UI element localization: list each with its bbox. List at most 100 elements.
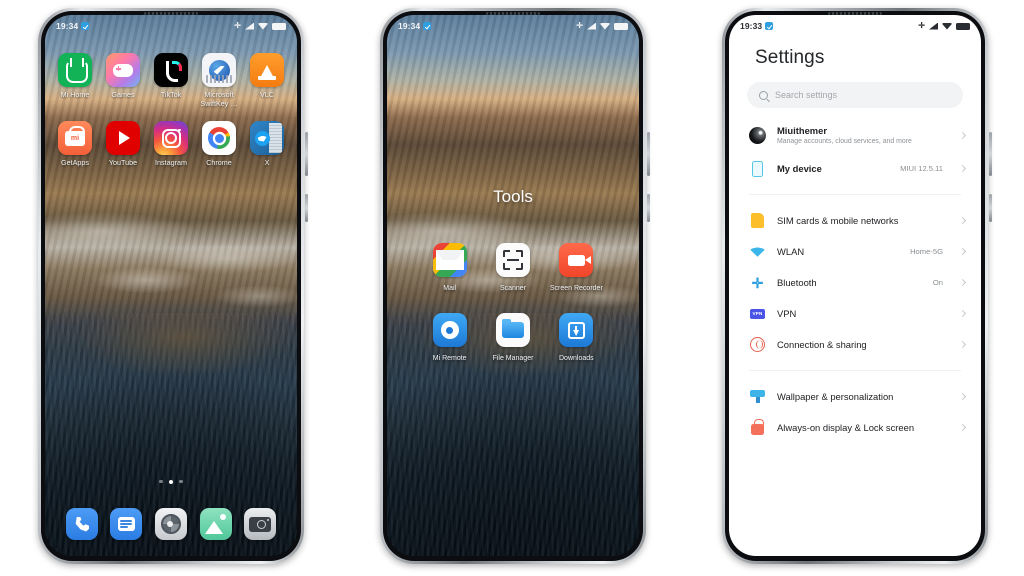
status-time: 19:33 [740,21,763,31]
chevron-right-icon [958,310,967,318]
screenshot-stage: 19:34 ✛ Mi Home Games TikTok Microsoft S… [0,0,1024,576]
checkbox-badge-icon [765,22,774,30]
app-label: TikTok [160,90,182,99]
settings-row-connection-sharing[interactable]: Connection & sharing [729,329,981,360]
settings-row-account[interactable]: Miuithemer Manage accounts, cloud servic… [729,118,981,153]
chevron-right-icon [958,424,967,432]
app-label: VLC [260,90,274,99]
divider [749,194,961,196]
mail-icon [432,243,467,277]
settings-row-wallpaper[interactable]: Wallpaper & personalization [729,381,981,412]
lock-icon [749,418,766,436]
dock [45,508,297,540]
phone-icon[interactable] [65,508,98,540]
signal-icon [929,22,938,30]
device-icon [749,160,766,177]
screen-recorder-icon [559,243,594,277]
settings-app: 19:33 ✛ Settings Search settings Miuithe… [729,15,981,556]
youtube-icon [106,121,140,155]
search-placeholder: Search settings [775,90,838,100]
phone-device-settings: 19:33 ✛ Settings Search settings Miuithe… [722,8,992,564]
app-screen-recorder[interactable]: Screen Recorder [545,243,608,293]
app-mail[interactable]: Mail [418,243,481,293]
app-label: X [264,158,270,167]
app-instagram[interactable]: Instagram [147,121,195,168]
chrome-icon [202,121,236,155]
x-twitter-icon [250,121,284,155]
settings-group-personalization: Wallpaper & personalization Always-on di… [729,377,981,447]
camera-icon[interactable] [244,508,277,540]
app-getapps[interactable]: mi GetApps [51,121,99,168]
search-icon [759,90,768,100]
battery-icon [614,22,628,30]
page-dot-active[interactable] [168,479,174,484]
signal-icon [587,22,596,30]
swiftkey-icon [202,53,236,87]
checkbox-badge-icon [81,22,90,30]
folder-title[interactable]: Tools [387,187,639,207]
chevron-right-icon [958,248,967,256]
power-button[interactable] [647,194,650,222]
gallery-icon[interactable] [199,508,232,540]
wifi-icon [942,22,952,30]
row-label: Wallpaper & personalization [777,391,894,403]
app-tiktok[interactable]: TikTok [147,53,195,109]
phone-device-home: 19:34 ✛ Mi Home Games TikTok Microsoft S… [38,8,308,564]
power-button[interactable] [305,194,308,222]
app-label: Mail [443,285,457,292]
app-file-manager[interactable]: File Manager [481,313,544,363]
vpn-icon: VPN [749,305,766,322]
settings-row-bluetooth[interactable]: ✛ Bluetooth On [729,267,981,298]
app-youtube[interactable]: YouTube [99,121,147,168]
messages-icon[interactable] [110,508,143,540]
row-label: Miuithemer [777,125,828,136]
row-value: MIUI 12.5.11 [900,164,943,174]
app-label: YouTube [108,158,138,167]
app-label: Chrome [206,158,232,167]
app-x[interactable]: X [243,121,291,168]
app-label: Instagram [155,158,187,167]
app-mi-remote[interactable]: Mi Remote [418,313,481,363]
search-input[interactable]: Search settings [747,82,963,108]
wallpaper-icon [749,388,766,405]
mi-home-icon [58,53,92,87]
phone-device-folder: 19:34 ✛ Tools Mail Scanner Screen Record… [380,8,650,564]
volume-button[interactable] [305,132,308,176]
earpiece-speaker [828,12,882,15]
chevron-right-icon [958,393,967,401]
app-chrome[interactable]: Chrome [195,121,243,168]
bluetooth-icon: ✛ [576,21,583,30]
downloads-icon [559,313,594,347]
app-grid-row-1: Mi Home Games TikTok Microsoft SwiftKey … [45,53,297,109]
volume-button[interactable] [647,132,650,176]
instagram-icon [154,121,188,155]
settings-row-my-device[interactable]: My device MIUI 12.5.11 [729,153,981,184]
wifi-icon [600,22,610,30]
volume-button[interactable] [989,132,992,176]
app-scanner[interactable]: Scanner [481,243,544,293]
settings-row-sim-cards[interactable]: SIM cards & mobile networks [729,205,981,236]
scanner-icon [495,243,530,277]
settings-row-wlan[interactable]: WLAN Home-5G [729,236,981,267]
chevron-right-icon [958,341,967,349]
status-time: 19:34 [56,21,79,31]
power-button[interactable] [989,194,992,222]
app-downloads[interactable]: Downloads [545,313,608,363]
app-label: Microsoft SwiftKey … [200,90,238,108]
settings-row-lock-screen[interactable]: Always-on display & Lock screen [729,412,981,443]
chevron-right-icon [958,165,967,173]
settings-row-vpn[interactable]: VPN VPN [729,298,981,329]
avatar [749,127,766,145]
sim-icon [749,212,766,229]
page-dot[interactable] [159,479,163,484]
row-value: Home-5G [910,247,943,257]
app-label: GetApps [61,158,89,167]
page-dot[interactable] [179,479,183,484]
phone1-screen: 19:34 ✛ Mi Home Games TikTok Microsoft S… [45,15,297,556]
app-games[interactable]: Games [99,53,147,109]
settings-icon[interactable] [154,508,187,540]
app-vlc[interactable]: VLC [243,53,291,109]
app-swiftkey[interactable]: Microsoft SwiftKey … [195,53,243,109]
app-mi-home[interactable]: Mi Home [51,53,99,109]
row-label: VPN [777,308,797,320]
